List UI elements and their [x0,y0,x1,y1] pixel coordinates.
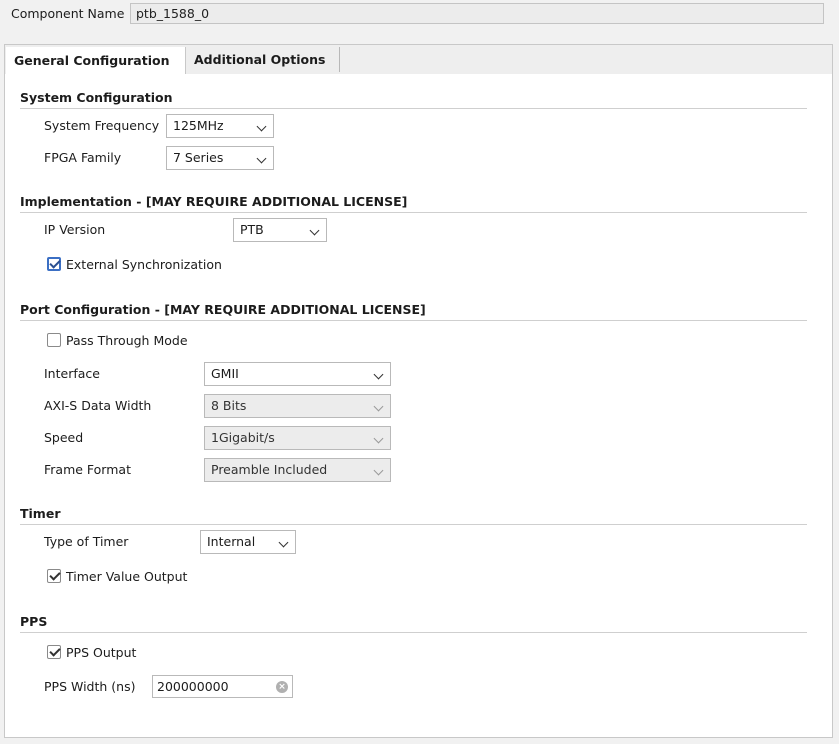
config-panel: General Configuration Additional Options… [4,44,833,738]
chevron-down-icon [309,225,320,236]
axis-data-width-select[interactable]: 8 Bits [204,394,391,418]
pps-width-label: PPS Width (ns) [44,679,136,694]
tab-additional-options[interactable]: Additional Options [186,47,340,72]
system-frequency-select[interactable]: 125MHz [166,114,274,138]
fpga-family-label: FPGA Family [44,150,122,165]
pass-through-label: Pass Through Mode [66,333,188,348]
chevron-down-icon [373,369,384,380]
timer-type-value: Internal [207,534,256,549]
timer-type-select[interactable]: Internal [200,530,296,554]
section-timer: Timer [20,506,807,525]
speed-select[interactable]: 1Gigabit/s [204,426,391,450]
pass-through-checkbox[interactable] [47,333,61,347]
section-system-configuration: System Configuration [20,90,807,109]
interface-label: Interface [44,366,100,381]
clear-icon[interactable]: × [276,681,288,693]
speed-value: 1Gigabit/s [211,430,275,445]
chevron-down-icon [256,153,267,164]
system-frequency-value: 125MHz [173,118,224,133]
axis-data-width-value: 8 Bits [211,398,247,413]
speed-label: Speed [44,430,84,445]
pps-output-checkbox[interactable] [47,645,61,659]
pps-output-label: PPS Output [66,645,137,660]
component-name-label: Component Name [11,6,125,21]
frame-format-select[interactable]: Preamble Included [204,458,391,482]
fpga-family-select[interactable]: 7 Series [166,146,274,170]
section-port-configuration: Port Configuration - [MAY REQUIRE ADDITI… [20,302,807,321]
pps-width-input[interactable]: 200000000 × [152,675,293,698]
chevron-down-icon [373,465,384,476]
chevron-down-icon [278,537,289,548]
fpga-family-value: 7 Series [173,150,224,165]
chevron-down-icon [373,433,384,444]
component-name-field[interactable]: ptb_1588_0 [130,3,824,24]
timer-type-label: Type of Timer [44,534,129,549]
external-sync-label: External Synchronization [66,257,222,272]
section-pps: PPS [20,614,807,633]
interface-select[interactable]: GMII [204,362,391,386]
ip-version-select[interactable]: PTB [233,218,327,242]
frame-format-value: Preamble Included [211,462,328,477]
axis-data-width-label: AXI-S Data Width [44,398,152,413]
tab-bar: General Configuration Additional Options [5,45,832,74]
pps-width-value: 200000000 [157,679,229,694]
section-implementation: Implementation - [MAY REQUIRE ADDITIONAL… [20,194,807,213]
tab-general-configuration[interactable]: General Configuration [6,47,186,74]
ip-version-label: IP Version [44,222,106,237]
chevron-down-icon [373,401,384,412]
external-sync-checkbox[interactable] [47,257,61,271]
timer-value-output-label: Timer Value Output [66,569,188,584]
chevron-down-icon [256,121,267,132]
frame-format-label: Frame Format [44,462,131,477]
interface-value: GMII [211,366,239,381]
timer-value-output-checkbox[interactable] [47,569,61,583]
system-frequency-label: System Frequency [44,118,160,133]
ip-version-value: PTB [240,222,264,237]
